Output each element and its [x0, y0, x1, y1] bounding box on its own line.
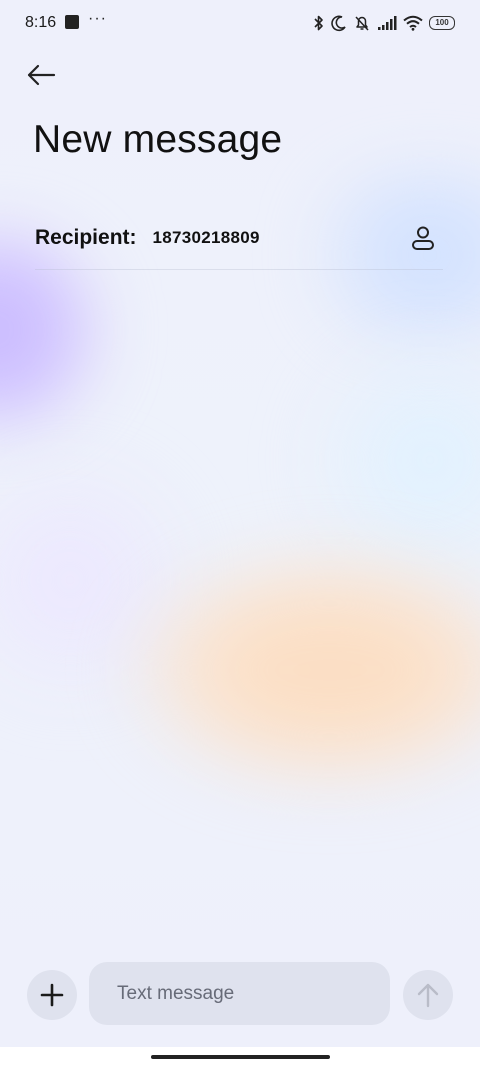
- screen: 8:16 ··· 100 New message Recipient: 1873…: [0, 0, 480, 1067]
- add-attachment-button[interactable]: [27, 970, 77, 1020]
- message-input[interactable]: [89, 962, 390, 1025]
- recipient-label: Recipient:: [35, 226, 137, 249]
- wifi-icon: [403, 15, 423, 31]
- page-title: New message: [33, 118, 283, 161]
- recipient-divider: [35, 269, 443, 270]
- app-notification-icon: [65, 15, 79, 29]
- plus-icon: [40, 983, 64, 1007]
- back-button[interactable]: [22, 58, 60, 92]
- send-button[interactable]: [403, 970, 453, 1020]
- bluetooth-icon: [314, 15, 323, 31]
- moon-icon: [331, 15, 346, 32]
- status-icons: 100: [313, 13, 455, 33]
- bell-off-icon: [355, 16, 369, 31]
- status-bar: 8:16 ··· 100: [0, 0, 480, 46]
- person-icon: [412, 226, 434, 250]
- arrow-left-icon: [27, 64, 56, 86]
- more-notifications-indicator: ···: [88, 10, 107, 27]
- status-time: 8:16: [25, 14, 57, 31]
- arrow-up-icon: [417, 983, 439, 1008]
- battery-icon: 100: [429, 16, 455, 30]
- signal-icon: [378, 16, 397, 30]
- choose-contact-button[interactable]: [407, 222, 439, 254]
- home-indicator[interactable]: [151, 1055, 330, 1059]
- navigation-bar: [0, 1047, 480, 1067]
- recipient-row[interactable]: Recipient: 18730218809: [35, 218, 443, 258]
- recipient-number[interactable]: 18730218809: [153, 228, 260, 248]
